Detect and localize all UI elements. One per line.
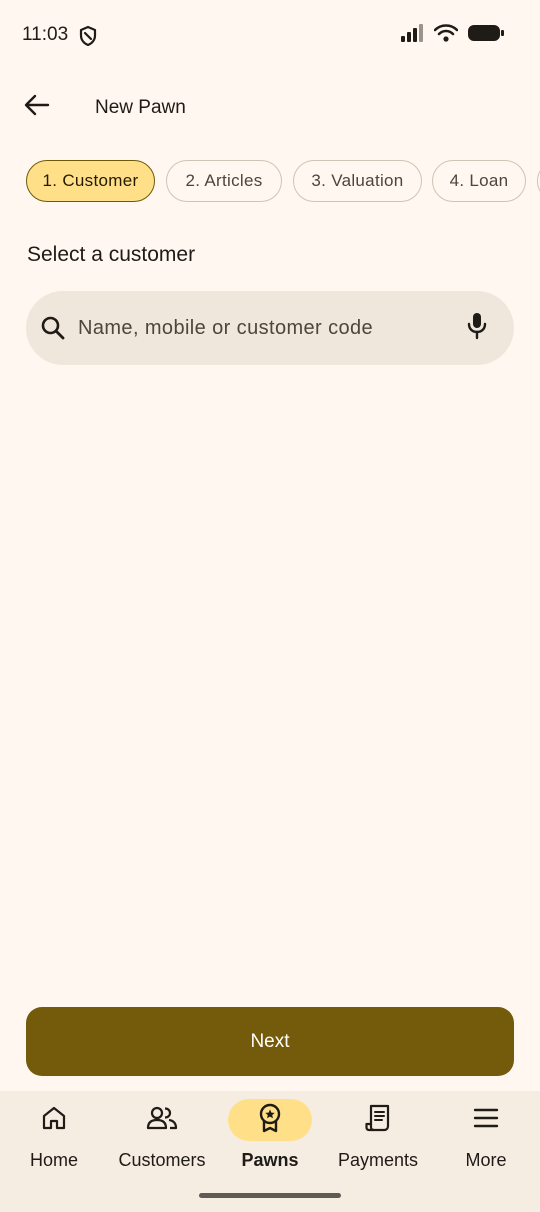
status-icons: [400, 24, 504, 42]
voice-search-button[interactable]: [462, 312, 492, 345]
shield-icon: [78, 25, 98, 47]
step-chip-loan[interactable]: 4. Loan: [432, 160, 526, 202]
nav-item-home[interactable]: Home: [0, 1091, 108, 1191]
nav-item-payments[interactable]: Payments: [324, 1091, 432, 1191]
home-icon: [41, 1106, 67, 1135]
top-app-bar: New Pawn: [0, 80, 540, 136]
people-icon: [146, 1106, 178, 1135]
customer-search-bar: [26, 291, 514, 365]
receipt-icon: [365, 1104, 391, 1137]
nav-item-pawns[interactable]: Pawns: [216, 1091, 324, 1191]
step-chips: 1. Customer 2. Articles 3. Valuation 4. …: [26, 160, 540, 204]
nav-label-home: Home: [29, 1150, 78, 1170]
badge-icon: [258, 1103, 282, 1138]
arrow-left-icon: [24, 94, 50, 121]
customer-search-input[interactable]: [78, 307, 458, 349]
signal-icon: [400, 24, 424, 42]
search-icon: [40, 315, 66, 341]
wifi-icon: [434, 24, 458, 42]
nav-item-more[interactable]: More: [432, 1091, 540, 1191]
page-title: New Pawn: [95, 97, 186, 118]
menu-icon: [473, 1108, 499, 1133]
next-button[interactable]: Next: [26, 1007, 514, 1076]
step-chip-articles[interactable]: 2. Articles: [166, 160, 282, 202]
back-button[interactable]: [14, 84, 60, 130]
mic-icon: [466, 312, 488, 345]
status-bar: 11:03: [0, 0, 540, 70]
status-time: 11:03: [22, 24, 69, 45]
step-chip-customer[interactable]: 1. Customer: [26, 160, 155, 202]
section-title: Select a customer: [27, 243, 196, 266]
nav-label-more: More: [465, 1150, 507, 1170]
nav-item-customers[interactable]: Customers: [108, 1091, 216, 1191]
gesture-handle[interactable]: [199, 1193, 341, 1198]
nav-label-customers: Customers: [118, 1150, 206, 1170]
nav-label-payments: Payments: [337, 1150, 419, 1170]
step-chip-valuation[interactable]: 3. Valuation: [293, 160, 422, 202]
new-pawn-screen: 11:03 New Pawn 1. Customer 2. Articles 3…: [0, 0, 540, 1212]
battery-icon: [468, 24, 504, 42]
nav-label-pawns: Pawns: [241, 1150, 299, 1170]
